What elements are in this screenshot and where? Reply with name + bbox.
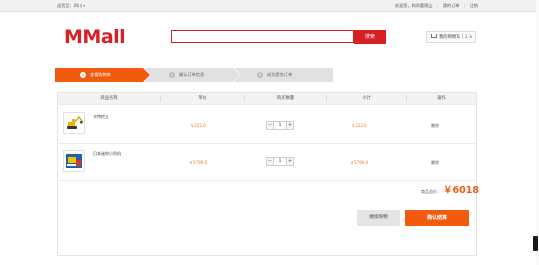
divider: |: [436, 3, 439, 8]
subtotal: ￥5796.0: [350, 160, 368, 165]
quantity-input[interactable]: 1: [274, 121, 286, 130]
divider: [57, 143, 477, 144]
excavator-image: [64, 113, 84, 133]
increase-button[interactable]: +: [286, 157, 294, 166]
divider: |: [463, 3, 466, 8]
scrollbar-thumb[interactable]: [533, 236, 538, 251]
column-header: 购买数量: [276, 96, 295, 101]
step-number: 2: [169, 72, 175, 78]
delete-link[interactable]: 删除: [431, 160, 439, 166]
toy-box-image: [64, 151, 84, 171]
quantity-stepper[interactable]: − 1 +: [266, 121, 294, 130]
total-label: 商品总价：: [421, 189, 441, 194]
step-view-cart: 1 查看购物车: [55, 68, 150, 82]
delivery-location-label: 送货至：四川: [57, 3, 83, 8]
logout-link[interactable]: 注销: [470, 3, 478, 8]
my-orders-link[interactable]: 我的订单: [443, 3, 460, 8]
step-label: 确认订单信息: [179, 72, 205, 77]
user-links: 欢迎您，和尚要爬山 | 我的订单 | 注销: [392, 0, 478, 11]
decrease-button[interactable]: −: [266, 157, 274, 166]
cart-label: 我的购物车: [439, 35, 461, 40]
cart-table: 商品名称 单价 购买数量 小计 操作: [57, 92, 477, 256]
delivery-location[interactable]: 送货至：四川▾: [57, 0, 85, 12]
cart-button[interactable]: 我的购物车 [ 2 ] ▾: [426, 31, 476, 43]
product-image[interactable]: [63, 112, 85, 134]
step-label: 查看购物车: [90, 72, 111, 77]
column-header: 小计: [362, 96, 371, 101]
step-order-submitted: 3 成功提交订单: [234, 68, 333, 82]
divider: [57, 104, 477, 105]
site-logo[interactable]: MMall: [64, 27, 126, 47]
divider: [57, 180, 477, 181]
continue-shopping-button[interactable]: 继续购物: [357, 210, 400, 226]
subtotal: ￥222.0: [351, 123, 367, 128]
quantity-stepper[interactable]: − 1 +: [266, 157, 294, 166]
chevron-down-icon: ▾: [83, 4, 85, 8]
search-input[interactable]: [171, 30, 354, 43]
step-number: 1: [80, 72, 86, 78]
search-button[interactable]: 搜索: [354, 30, 386, 44]
confirm-checkout-button[interactable]: 确认结算: [405, 210, 469, 226]
column-header: 单价: [198, 96, 207, 101]
cart-icon: [431, 33, 437, 38]
product-name[interactable]: 卡特挖土: [93, 114, 109, 120]
product-image[interactable]: [63, 150, 85, 172]
quantity-input[interactable]: 1: [274, 157, 286, 166]
increase-button[interactable]: +: [286, 121, 294, 130]
step-number: 3: [257, 72, 263, 78]
total-price: ￥6018: [443, 185, 479, 196]
product-name[interactable]: 日本迷你小吊机: [93, 151, 121, 157]
column-header: 操作: [437, 96, 446, 101]
step-label: 成功提交订单: [267, 72, 293, 77]
column-header: 商品名称: [100, 96, 118, 101]
step-confirm-order: 2 确认订单信息: [144, 68, 240, 82]
unit-price: ￥5796.0: [189, 160, 207, 165]
unit-price: ￥222.0: [190, 123, 206, 128]
welcome-link[interactable]: 欢迎您，和尚要爬山: [395, 3, 433, 8]
delete-link[interactable]: 删除: [431, 123, 439, 129]
decrease-button[interactable]: −: [266, 121, 274, 130]
top-bar: 送货至：四川▾ 欢迎您，和尚要爬山 | 我的订单 | 注销: [0, 0, 539, 12]
chevron-down-icon: ▾: [470, 35, 472, 39]
